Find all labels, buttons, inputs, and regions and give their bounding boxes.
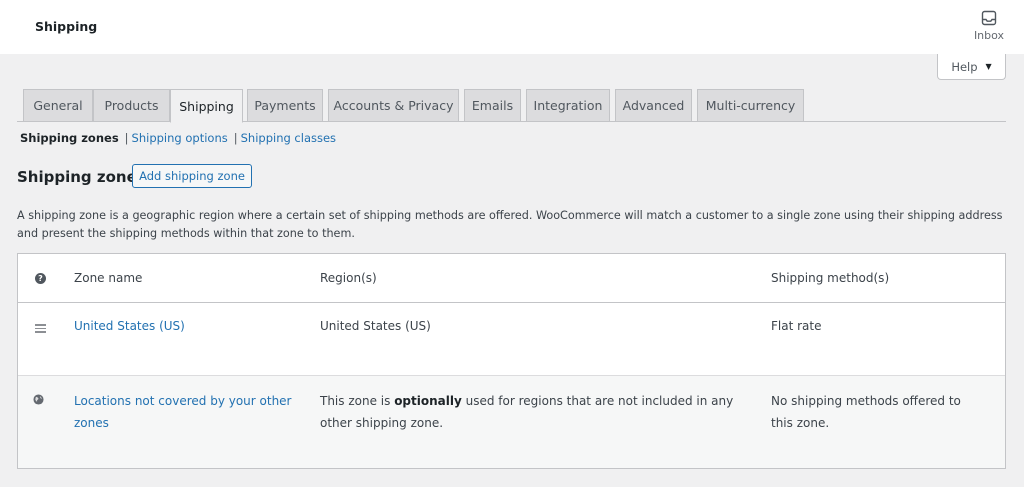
tab-shipping[interactable]: Shipping <box>170 89 243 123</box>
help-button[interactable]: Help ▼ <box>937 54 1006 80</box>
table-row-fallback: Locations not covered by your other zone… <box>18 375 1005 468</box>
inbox-button[interactable]: Inbox <box>966 10 1012 48</box>
inbox-label: Inbox <box>973 29 1005 42</box>
tab-general[interactable]: General <box>23 89 93 122</box>
subnav-separator: | <box>233 131 238 145</box>
settings-tabs: General Products Shipping Payments Accou… <box>17 89 1006 123</box>
add-shipping-zone-button[interactable]: Add shipping zone <box>132 164 252 188</box>
table-header: ? Zone name Region(s) Shipping method(s) <box>18 254 1005 303</box>
inbox-icon <box>981 10 997 26</box>
tab-multi-currency[interactable]: Multi-currency <box>697 89 804 122</box>
tab-accounts-privacy[interactable]: Accounts & Privacy <box>328 89 459 122</box>
caret-down-icon: ▼ <box>985 62 992 71</box>
tab-payments[interactable]: Payments <box>247 89 323 122</box>
column-header-shipping-methods: Shipping method(s) <box>771 271 890 285</box>
fallback-zone-name-link[interactable]: Locations not covered by your other zone… <box>74 390 304 434</box>
fallback-zone-shipping-methods: No shipping methods offered to this zone… <box>771 394 961 430</box>
table-row: United States (US) United States (US) Fl… <box>18 303 1005 375</box>
tab-emails[interactable]: Emails <box>464 89 521 122</box>
subnav-shipping-zones[interactable]: Shipping zones <box>20 131 119 145</box>
subnav-shipping-classes[interactable]: Shipping classes <box>241 131 336 145</box>
subnav-shipping-options[interactable]: Shipping options <box>132 131 228 145</box>
shipping-zones-table: ? Zone name Region(s) Shipping method(s)… <box>17 253 1006 469</box>
tab-products[interactable]: Products <box>93 89 170 122</box>
zones-description: A shipping zone is a geographic region w… <box>17 209 1003 240</box>
globe-icon <box>33 394 44 405</box>
column-header-zone-name: Zone name <box>74 271 143 285</box>
zone-regions: United States (US) <box>320 319 431 333</box>
column-header-regions: Region(s) <box>320 271 377 285</box>
page-title: Shipping <box>35 19 98 34</box>
tab-advanced[interactable]: Advanced <box>615 89 692 122</box>
drag-handle-icon[interactable] <box>35 324 46 335</box>
fallback-zone-regions: This zone is optionally used for regions… <box>320 394 734 430</box>
section-heading: Shipping zones <box>17 168 146 186</box>
zone-shipping-methods: Flat rate <box>771 319 822 333</box>
subnav-separator: | <box>124 131 129 145</box>
help-label: Help <box>951 59 978 74</box>
help-circle-icon[interactable]: ? <box>35 273 46 284</box>
zone-name-link[interactable]: United States (US) <box>74 319 185 333</box>
top-header: Shipping Inbox <box>0 0 1024 54</box>
tab-integration[interactable]: Integration <box>526 89 610 122</box>
shipping-subnav: Shipping zones | Shipping options | Ship… <box>20 131 336 145</box>
